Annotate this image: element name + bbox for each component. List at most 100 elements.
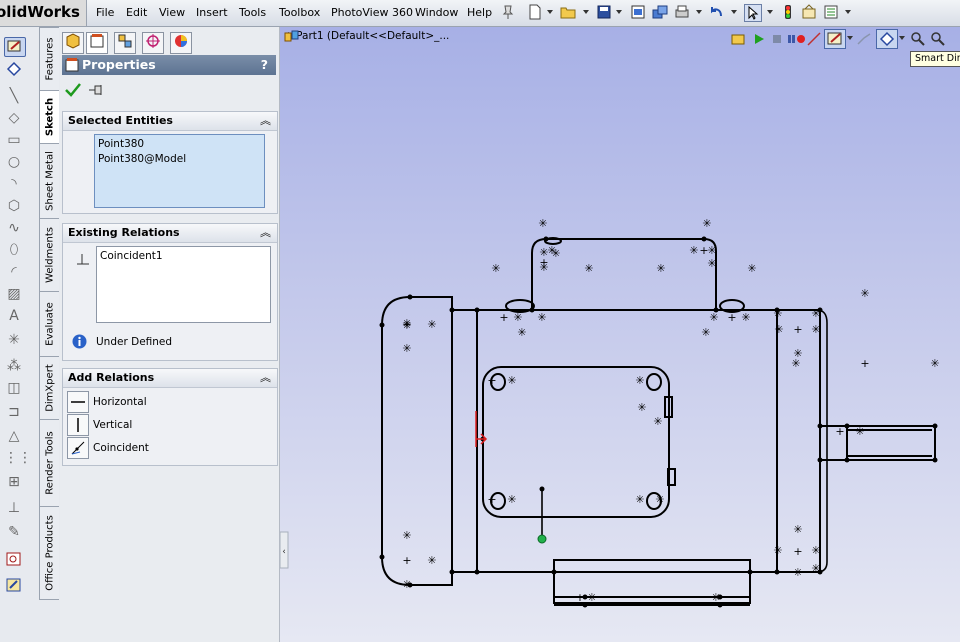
collapse-chevron-icon[interactable]: ︽ xyxy=(260,224,271,242)
move-icon[interactable]: ⊞ xyxy=(4,473,24,491)
centerline-icon[interactable]: ⁂ xyxy=(4,357,24,375)
quick-snaps-icon[interactable] xyxy=(4,551,24,569)
configuration-manager-tab-icon[interactable] xyxy=(114,32,136,54)
graphics-area[interactable]: ✳ ✳ ✳ + ✳ ✳ ✳ ✳ ✳ ✳ ✳ ✳ + ✳ ✳ + ✳ ✳ ✳ ✳ + ✳ ✳ ✳ ✳ + ✳ ✳ ✳… xyxy=(280,27,960,642)
feature-manager-tab-icon[interactable] xyxy=(62,32,84,54)
open-folder-icon[interactable] xyxy=(560,4,576,20)
list-item[interactable]: Point380 xyxy=(98,138,144,150)
record-icon[interactable] xyxy=(786,31,806,47)
play-icon[interactable] xyxy=(752,31,766,47)
options-icon[interactable] xyxy=(652,4,668,20)
fillet-icon[interactable]: ◜ xyxy=(4,263,24,281)
list-item[interactable]: Coincident1 xyxy=(100,250,163,262)
save-icon[interactable] xyxy=(596,4,612,20)
panel-collapse-handle[interactable]: ‹ xyxy=(280,531,289,569)
zoom-icon[interactable] xyxy=(910,31,926,47)
vertical-relation-label[interactable]: Vertical xyxy=(93,419,132,431)
help-icon[interactable]: ? xyxy=(261,55,268,75)
tab-evaluate[interactable]: Evaluate xyxy=(39,291,59,357)
tab-weldments[interactable]: Weldments xyxy=(39,218,59,292)
pin-icon[interactable] xyxy=(500,4,516,20)
chevron-down-icon[interactable] xyxy=(616,10,622,14)
slot-icon[interactable]: ▭ xyxy=(4,131,24,149)
ellipse-icon[interactable]: ⬯ xyxy=(4,241,24,259)
pushpin-icon[interactable] xyxy=(88,84,106,96)
line-tool-icon[interactable] xyxy=(806,31,822,47)
horizontal-relation-button[interactable] xyxy=(67,391,89,413)
coincident-relation-button[interactable] xyxy=(67,437,89,459)
tab-sheet-metal[interactable]: Sheet Metal xyxy=(39,143,59,219)
pattern-icon[interactable]: ⋮⋮ xyxy=(4,449,32,467)
menu-help[interactable]: Help xyxy=(467,6,492,19)
selected-entities-list[interactable]: Point380 Point380@Model xyxy=(94,134,265,208)
menu-insert[interactable]: Insert xyxy=(196,6,228,19)
convert-icon[interactable]: ⊐ xyxy=(4,403,24,421)
chevron-down-icon[interactable] xyxy=(696,10,702,14)
tab-render-tools[interactable]: Render Tools xyxy=(39,419,59,507)
chevron-down-icon[interactable] xyxy=(731,10,737,14)
existing-relations-list[interactable]: Coincident1 xyxy=(96,246,271,323)
ok-checkmark-icon[interactable] xyxy=(65,83,81,97)
feature-tree-root[interactable]: + Part1 (Default<<Default>_... xyxy=(284,30,449,42)
sketch-canvas[interactable]: ✳ ✳ ✳ + ✳ ✳ ✳ ✳ ✳ ✳ ✳ ✳ + ✳ ✳ + ✳ ✳ ✳ ✳ + ✳ ✳ ✳ ✳ + ✳ ✳ ✳… xyxy=(280,27,960,642)
part-name[interactable]: Part1 (Default<<Default>_... xyxy=(296,30,449,42)
rectangle-icon[interactable]: ◇ xyxy=(4,109,24,127)
tab-features[interactable]: Features xyxy=(39,27,59,91)
smart-dimension-toolbar-icon[interactable] xyxy=(876,29,898,49)
sketch-icon[interactable] xyxy=(4,37,26,57)
vertical-relation-button[interactable] xyxy=(67,414,89,436)
offset-icon[interactable]: △ xyxy=(4,427,24,445)
horizontal-relation-label[interactable]: Horizontal xyxy=(93,396,147,408)
menu-window[interactable]: Window xyxy=(415,6,458,19)
tab-dimxpert[interactable]: DimXpert xyxy=(39,356,59,420)
spline-icon[interactable]: ∿ xyxy=(4,219,24,237)
chevron-down-icon[interactable] xyxy=(845,10,851,14)
dimxpert-manager-tab-icon[interactable] xyxy=(142,32,164,54)
zoom-area-icon[interactable] xyxy=(930,31,946,47)
rapid-sketch-icon[interactable] xyxy=(4,577,24,595)
selected-point[interactable] xyxy=(537,534,547,544)
smart-dimension-icon[interactable] xyxy=(4,61,24,79)
chevron-down-icon[interactable] xyxy=(583,10,589,14)
relations-icon[interactable]: ⊥ xyxy=(4,499,24,517)
display-manager-tab-icon[interactable] xyxy=(170,32,192,54)
collapse-chevron-icon[interactable]: ︽ xyxy=(260,369,271,387)
menu-view[interactable]: View xyxy=(159,6,185,19)
chevron-down-icon[interactable] xyxy=(547,10,553,14)
list-item[interactable]: Point380@Model xyxy=(98,153,186,165)
select-arrow-icon[interactable] xyxy=(744,4,762,22)
menu-edit[interactable]: Edit xyxy=(126,6,147,19)
file-properties-icon[interactable] xyxy=(801,4,817,20)
property-manager-tab-icon[interactable] xyxy=(86,32,108,54)
print-preview-icon[interactable] xyxy=(630,4,646,20)
existing-relations-header[interactable]: Existing Relations ︽ xyxy=(63,224,277,243)
stop-icon[interactable] xyxy=(770,31,784,47)
chevron-down-icon[interactable] xyxy=(847,36,853,40)
arc-icon[interactable]: ◝ xyxy=(4,175,24,193)
rebuild-icon[interactable] xyxy=(780,4,796,20)
tab-office-products[interactable]: Office Products xyxy=(39,506,59,600)
macro-record-icon[interactable] xyxy=(730,31,746,47)
menu-photoview[interactable]: PhotoView 360 xyxy=(331,6,413,19)
collapse-chevron-icon[interactable]: ︽ xyxy=(260,112,271,130)
new-document-icon[interactable] xyxy=(527,4,543,20)
point-icon[interactable]: ✳ xyxy=(4,331,24,349)
coincident-relation-label[interactable]: Coincident xyxy=(93,442,149,454)
trim-icon[interactable]: ◫ xyxy=(4,379,24,397)
print-icon[interactable] xyxy=(674,4,690,20)
chevron-down-icon[interactable] xyxy=(767,10,773,14)
polygon-icon[interactable]: ⬡ xyxy=(4,197,24,215)
menu-tools[interactable]: Tools xyxy=(239,6,266,19)
tab-sketch[interactable]: Sketch xyxy=(39,90,59,144)
chevron-down-icon[interactable] xyxy=(899,36,905,40)
line-icon[interactable]: ╲ xyxy=(4,87,24,105)
circle-icon[interactable]: ○ xyxy=(4,153,24,171)
menu-toolbox[interactable]: Toolbox xyxy=(279,6,320,19)
options-list-icon[interactable] xyxy=(823,4,839,20)
repair-icon[interactable]: ✎ xyxy=(4,523,24,541)
sketch-mode-icon[interactable] xyxy=(824,29,846,49)
selected-entities-header[interactable]: Selected Entities ︽ xyxy=(63,112,277,131)
add-relations-header[interactable]: Add Relations ︽ xyxy=(63,369,277,388)
exit-sketch-icon[interactable] xyxy=(856,31,874,47)
plane-icon[interactable]: ▨ xyxy=(4,285,24,303)
